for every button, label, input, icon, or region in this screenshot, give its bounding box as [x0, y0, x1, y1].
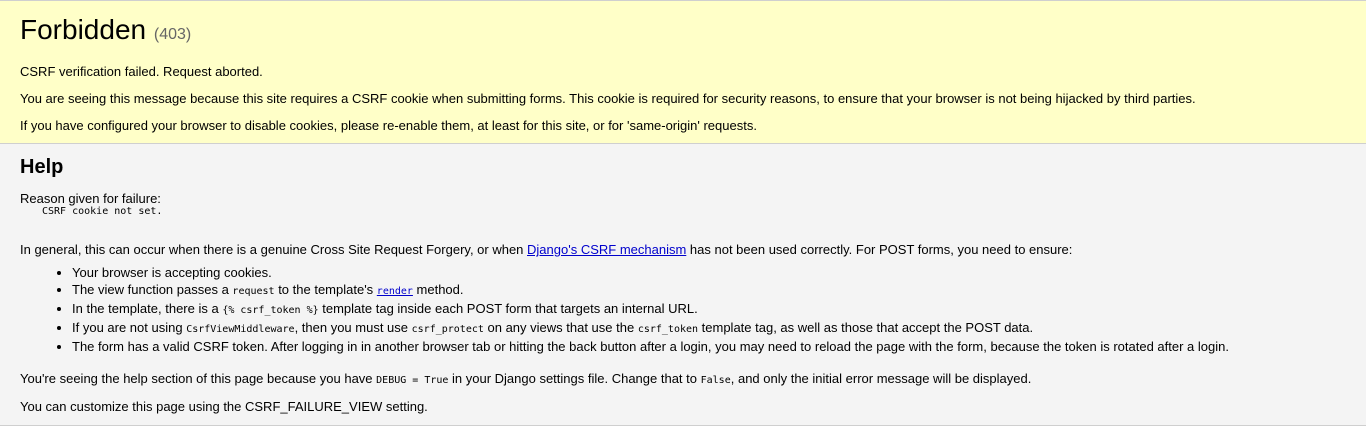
list-item: The view function passes a request to th…	[72, 281, 1346, 300]
inline-code: request	[232, 286, 275, 297]
list-item: In the template, there is a {% csrf_toke…	[72, 300, 1346, 319]
customize-note: You can customize this page using the CS…	[20, 399, 428, 414]
general-explanation: In general, this can occur when there is…	[20, 242, 1346, 258]
inline-code: render	[376, 286, 413, 297]
list-item-text: If you are not using	[72, 320, 187, 335]
inline-code: DEBUG = True	[376, 375, 449, 386]
inline-code: csrf_protect	[411, 324, 484, 335]
general-text-before: In general, this can occur when there is…	[20, 242, 528, 257]
help-section: Help Reason given for failure: CSRF cook…	[0, 144, 1366, 426]
debug-text: , and only the initial error message wil…	[730, 371, 1032, 386]
error-summary: Forbidden (403) CSRF verification failed…	[0, 0, 1366, 144]
requirements-list: Your browser is accepting cookies. The v…	[52, 264, 1346, 355]
cookie-instructions: If you have configured your browser to d…	[20, 118, 757, 133]
title-text: Forbidden	[20, 14, 147, 45]
general-text-after: has not been used correctly. For POST fo…	[686, 242, 1073, 257]
inline-code: csrf_token	[637, 324, 699, 335]
list-item: Your browser is accepting cookies.	[72, 264, 1346, 281]
list-item: The form has a valid CSRF token. After l…	[72, 338, 1346, 355]
list-item-text: Your browser is accepting cookies.	[72, 265, 272, 280]
help-title: Help	[20, 156, 64, 178]
debug-note: You're seeing the help section of this p…	[20, 371, 1346, 389]
error-message: CSRF verification failed. Request aborte…	[20, 64, 263, 79]
list-item-text: , then you must use	[294, 320, 412, 335]
reason-value: CSRF cookie not set.	[42, 206, 163, 217]
csrf-docs-link[interactable]: Django's CSRF mechanism	[527, 242, 686, 257]
list-item-text: In the template, there is a	[72, 301, 223, 316]
list-item-text: on any views that use the	[483, 320, 638, 335]
render-link[interactable]: render	[377, 282, 413, 297]
list-item-text: The view function passes a	[72, 282, 233, 297]
list-item: If you are not using CsrfViewMiddleware,…	[72, 319, 1346, 338]
list-item-text: template tag, as well as those that acce…	[698, 320, 1034, 335]
inline-code: False	[700, 375, 731, 386]
page-title: Forbidden (403)	[20, 14, 1346, 51]
debug-text: You're seeing the help section of this p…	[20, 371, 377, 386]
list-item-text: The form has a valid CSRF token. After l…	[72, 339, 1229, 354]
list-item-text: to the template's	[274, 282, 377, 297]
inline-code: {% csrf_token %}	[222, 305, 319, 316]
list-item-text: method.	[412, 282, 464, 297]
debug-text: in your Django settings file. Change tha…	[448, 371, 701, 386]
status-code: (403)	[153, 26, 192, 43]
explanation-text: You are seeing this message because this…	[20, 91, 1196, 106]
reason-label: Reason given for failure:	[20, 191, 161, 206]
inline-code: CsrfViewMiddleware	[186, 324, 295, 335]
list-item-text: template tag inside each POST form that …	[318, 301, 698, 316]
